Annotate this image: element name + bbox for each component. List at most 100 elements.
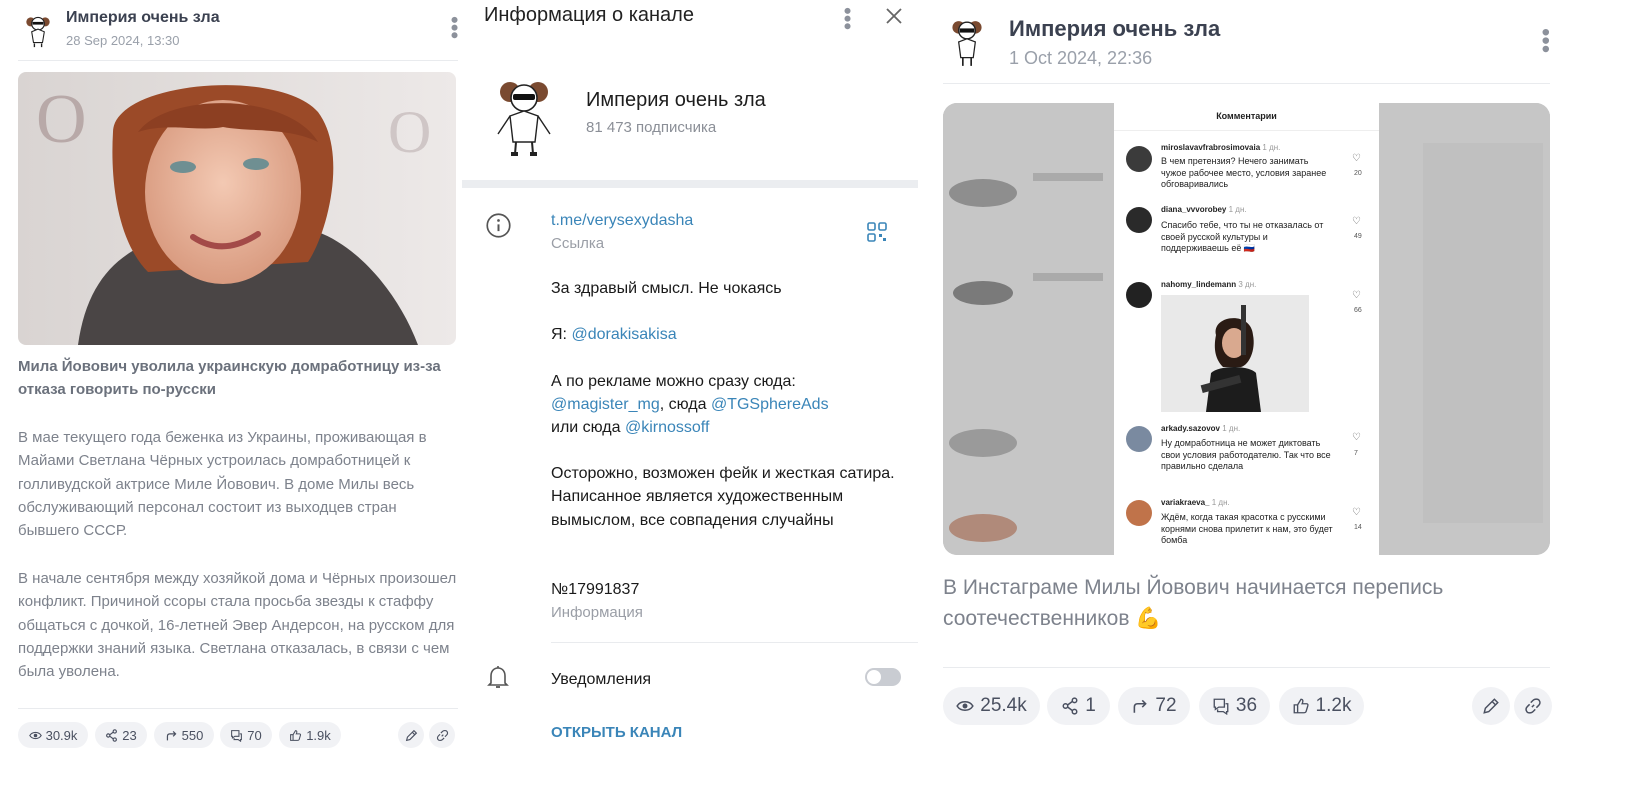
comments-pill[interactable]: 36 [1199, 687, 1270, 725]
thumbs-up-icon [290, 729, 302, 741]
channel-name: Империя очень зла [586, 89, 766, 111]
post-paragraph: В начале сентября между хозяйкой дома и … [18, 570, 457, 681]
post-photo[interactable]: O O [18, 72, 456, 345]
channel-link[interactable]: t.me/verysexydasha [551, 209, 693, 232]
subscriber-count: 81 473 подписчика [586, 119, 717, 136]
toggle-knob [867, 670, 881, 684]
bell-icon [487, 666, 509, 688]
pencil-icon [1483, 698, 1499, 714]
pencil-icon [405, 729, 417, 741]
views-count: 30.9k [45, 727, 78, 743]
comment-user: variakraeva_ 1 дн. [1161, 498, 1230, 507]
copy-link-button[interactable] [1514, 687, 1552, 725]
divider [551, 642, 918, 643]
comment-text: В чем претензия? Нечего занимать чужое р… [1161, 156, 1327, 189]
channel-avatar[interactable] [20, 12, 56, 48]
info-icon [486, 213, 511, 238]
views-pill[interactable]: 25.4k [943, 687, 1040, 725]
divider [943, 83, 1550, 84]
eye-icon [956, 701, 974, 711]
channel-number: №17991837 [551, 581, 640, 598]
forwards-pill[interactable]: 72 [1118, 687, 1190, 725]
svg-text:O: O [388, 99, 431, 165]
comment-time: 3 дн. [1238, 280, 1257, 289]
post-author[interactable]: Империя очень зла [66, 9, 220, 27]
edit-button[interactable] [398, 722, 424, 748]
handle-link[interactable]: @kirnossoff [625, 419, 709, 436]
close-icon[interactable] [884, 6, 904, 26]
comments-title: Комментарии [1216, 111, 1277, 121]
comment-user: diana_vvvorobey 1 дн. [1161, 205, 1247, 214]
channel-avatar[interactable] [946, 18, 988, 68]
ads-or-text: или сюда [551, 419, 625, 436]
divider [1114, 130, 1379, 131]
forwards-pill[interactable]: 550 [154, 722, 214, 748]
forward-arrow-icon [166, 730, 177, 740]
description-ads-handles: @magister_mg, сюда @TGSphereAds [551, 393, 829, 416]
reactions-pill[interactable]: 1.2k [1279, 687, 1364, 725]
edit-button[interactable] [1472, 687, 1510, 725]
shares-pill[interactable]: 23 [95, 722, 147, 748]
handle-link[interactable]: @dorakisakisa [571, 326, 676, 343]
comment-avatar [1126, 146, 1152, 172]
post-author[interactable]: Империя очень зла [1009, 16, 1220, 42]
handle-link[interactable]: @TGSphereAds [711, 396, 829, 413]
link-icon [436, 729, 448, 741]
handle-link[interactable]: @magister_mg [551, 396, 660, 413]
flexed-biceps-icon: 💪 [1135, 607, 1162, 630]
notifications-toggle[interactable] [865, 668, 901, 686]
comment-username: nahomy_lindemann [1161, 280, 1237, 289]
comments-count: 36 [1235, 695, 1258, 716]
copy-link-button[interactable] [429, 722, 455, 748]
comments-screenshot: Комментарии miroslavavfrabrosimovaia 1 д… [1114, 103, 1379, 555]
description-ads-line: А по рекламе можно сразу сюда: [551, 373, 796, 390]
comment-username: diana_vvvorobey [1161, 205, 1227, 214]
comment-time: 1 дн. [1222, 424, 1241, 433]
link-label: Ссылка [551, 235, 605, 252]
comment-time: 1 дн. [1211, 498, 1230, 507]
divider [18, 708, 458, 709]
ads-mid-text: , сюда [659, 396, 711, 413]
shares-count: 1 [1085, 695, 1096, 716]
left-post-card: Империя очень зла 28 Sep 2024, 13:30 •••… [0, 0, 472, 790]
shares-pill[interactable]: 1 [1047, 687, 1110, 725]
share-nodes-icon [106, 728, 118, 742]
more-options-icon[interactable]: ••• [1532, 28, 1559, 53]
comment-text: Спасибо тебе, что ты не отказалась от св… [1161, 220, 1324, 253]
comment-avatar [1126, 282, 1152, 308]
post-image[interactable]: Комментарии miroslavavfrabrosimovaia 1 д… [943, 103, 1550, 555]
divider [943, 667, 1550, 668]
comments-icon [1213, 698, 1229, 715]
comment-photo [1161, 295, 1309, 412]
thumbs-up-icon [1293, 698, 1309, 714]
comment-likes: 49 [1354, 233, 1362, 240]
svg-text:O: O [36, 81, 87, 158]
reactions-pill[interactable]: 1.9k [279, 722, 341, 748]
comment-likes: 7 [1354, 450, 1358, 457]
qr-code-icon[interactable] [867, 222, 887, 242]
panel-more-icon[interactable]: ••• [835, 7, 860, 30]
heart-icon: ♡ [1352, 507, 1361, 518]
more-options-icon[interactable]: ••• [442, 16, 467, 39]
reactions-count: 1.9k [306, 727, 331, 743]
heart-icon: ♡ [1352, 432, 1361, 443]
comments-count: 70 [247, 727, 262, 743]
comments-pill[interactable]: 70 [220, 722, 272, 748]
notifications-label: Уведомления [551, 671, 652, 688]
views-pill[interactable]: 30.9k [18, 722, 88, 748]
description-me-line: Я: @dorakisakisa [551, 323, 677, 346]
heart-icon: ♡ [1352, 290, 1361, 301]
comment-user: arkady.sazovov 1 дн. [1161, 424, 1240, 433]
heart-icon: ♡ [1352, 216, 1361, 227]
reactions-count: 1.2k [1315, 695, 1352, 716]
open-channel-button[interactable]: ОТКРЫТЬ КАНАЛ [551, 724, 682, 741]
comment-user: miroslavavfrabrosimovaia 1 дн. [1161, 143, 1280, 152]
channel-avatar-large [497, 82, 551, 156]
post-headline: Мила Йовович уволила украинскую домработ… [18, 358, 441, 398]
post-date: 28 Sep 2024, 13:30 [66, 33, 180, 48]
comment-avatar [1126, 500, 1152, 526]
post-paragraph: В мае текущего года беженка из Украины, … [18, 429, 427, 540]
forwards-count: 72 [1155, 695, 1177, 716]
comment-likes: 20 [1354, 170, 1362, 177]
comment-likes: 66 [1354, 307, 1362, 314]
